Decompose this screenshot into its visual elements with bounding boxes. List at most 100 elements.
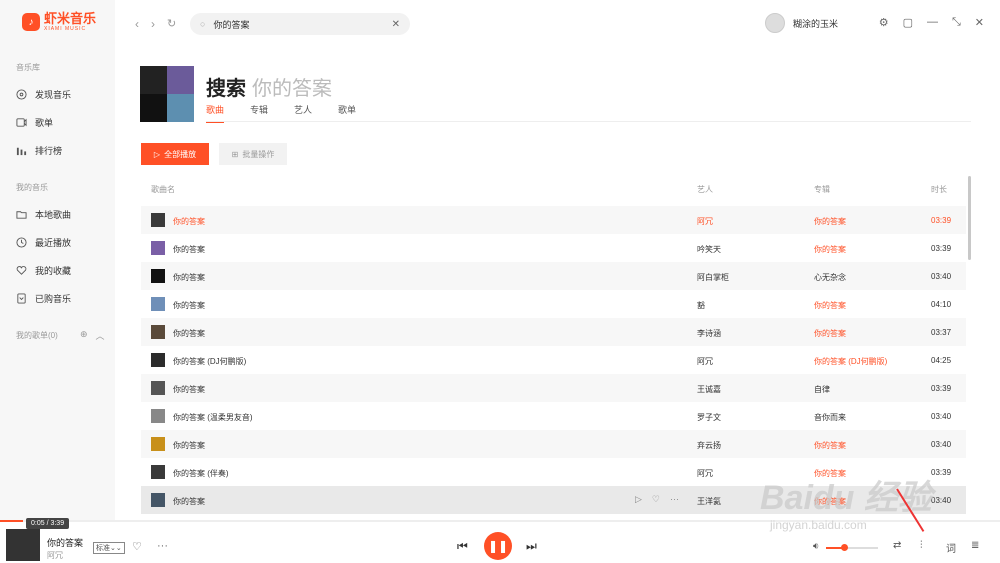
song-artist[interactable]: 阿冗 (697, 216, 713, 227)
tab-albums[interactable]: 专辑 (250, 103, 268, 123)
next-icon[interactable]: ⏭ (526, 539, 537, 554)
song-duration: 04:10 (931, 300, 952, 309)
song-name[interactable]: 你的答案 (伴奏) (173, 468, 229, 479)
song-artist[interactable]: 李诗涵 (697, 328, 721, 339)
equalizer-icon[interactable]: ⫶ (920, 540, 923, 551)
play-row-icon[interactable]: ▷ (635, 494, 642, 505)
table-row[interactable]: 你的答案 阿白掌柜 心无杂念 03:40 (141, 262, 966, 290)
song-artist[interactable]: 王诚嘉 (697, 384, 721, 395)
collapse-icon[interactable]: ︿ (96, 329, 105, 342)
clear-icon[interactable]: ✕ (392, 19, 400, 30)
settings-icon[interactable]: ⚙ (879, 16, 889, 29)
tab-songs[interactable]: 歌曲 (206, 103, 225, 123)
sidebar-item-recent[interactable]: 最近播放 (16, 236, 71, 249)
song-name[interactable]: 你的答案 (173, 328, 205, 339)
folder-icon (16, 211, 27, 219)
song-name[interactable]: 你的答案 (173, 216, 205, 227)
song-artist[interactable]: 吟笑天 (697, 244, 721, 255)
table-row[interactable]: 你的答案 阿冗 你的答案 03:39 (141, 206, 966, 234)
forward-icon[interactable]: › (151, 17, 155, 31)
avatar[interactable] (765, 13, 785, 33)
table-row[interactable]: 你的答案 (DJ何鹏版) 阿冗 你的答案 (DJ何鹏版) 04:25 (141, 346, 966, 374)
more-icon[interactable]: ··· (157, 540, 168, 552)
song-name[interactable]: 你的答案 (DJ何鹏版) (173, 356, 246, 367)
back-icon[interactable]: ‹ (135, 17, 139, 31)
song-name[interactable]: 你的答案 (173, 384, 205, 395)
tab-artists[interactable]: 艺人 (294, 103, 312, 123)
sidebar-item-label: 发现音乐 (35, 90, 72, 100)
tab-playlists[interactable]: 歌单 (338, 103, 356, 123)
user-name[interactable]: 糊涂的玉米 (793, 17, 838, 30)
column-album[interactable]: 专辑 (814, 184, 830, 195)
song-artist[interactable]: 罗子文 (697, 412, 721, 423)
song-name[interactable]: 你的答案 (173, 496, 205, 507)
song-album[interactable]: 你的答案 (814, 300, 846, 311)
fullscreen-icon[interactable]: ⤡ (952, 16, 961, 29)
song-album[interactable]: 音你而来 (814, 412, 846, 423)
search-input[interactable] (213, 19, 392, 29)
lyrics-button[interactable]: 词 (946, 540, 956, 555)
batch-operation-button[interactable]: ⊞ 批量操作 (219, 143, 287, 165)
user-profile[interactable]: 糊涂的玉米 (765, 13, 838, 33)
previous-icon[interactable]: ⏮ (457, 539, 468, 554)
sidebar-item-local[interactable]: 本地歌曲 (16, 208, 71, 221)
play-mode-icon[interactable]: ⇄ (893, 540, 901, 551)
table-row[interactable]: 你的答案 (温柔男友音) 罗子文 音你而来 03:40 (141, 402, 966, 430)
now-playing-cover[interactable] (6, 529, 40, 561)
song-name[interactable]: 你的答案 (173, 272, 205, 283)
song-album[interactable]: 你的答案 (814, 244, 846, 255)
song-artist[interactable]: 阿白掌柜 (697, 272, 729, 283)
song-album[interactable]: 你的答案 (814, 440, 846, 451)
column-artist[interactable]: 艺人 (697, 184, 713, 195)
song-album[interactable]: 你的答案 (814, 328, 846, 339)
song-artist[interactable]: 王洋氦 (697, 496, 721, 507)
song-name[interactable]: 你的答案 (173, 300, 205, 311)
column-duration[interactable]: 时长 (931, 184, 947, 195)
scrollbar[interactable] (968, 176, 971, 260)
table-row[interactable]: 你的答案 李诗涵 你的答案 03:37 (141, 318, 966, 346)
song-artist[interactable]: 阿冗 (697, 356, 713, 367)
heart-icon[interactable]: ♡ (132, 540, 142, 553)
sidebar-item-discover[interactable]: 发现音乐 (16, 88, 71, 101)
song-name[interactable]: 你的答案 (173, 244, 205, 255)
song-duration: 03:39 (931, 468, 952, 477)
song-name[interactable]: 你的答案 (温柔男友音) (173, 412, 253, 423)
song-artist[interactable]: 豁 (697, 300, 705, 311)
song-album[interactable]: 你的答案 (814, 216, 846, 227)
song-artist[interactable]: 弃云扬 (697, 440, 721, 451)
volume-icon[interactable]: 🔉︎ (813, 541, 819, 552)
now-playing-artist[interactable]: 阿冗 (47, 550, 63, 561)
sidebar-item-favorites[interactable]: 我的收藏 (16, 264, 71, 277)
now-playing-title[interactable]: 你的答案 (47, 536, 83, 549)
sidebar-item-purchased[interactable]: 已购音乐 (16, 292, 71, 305)
minimize-icon[interactable]: — (927, 16, 938, 29)
sidebar-item-charts[interactable]: 排行榜 (16, 144, 62, 157)
table-row[interactable]: 你的答案 豁 你的答案 04:10 (141, 290, 966, 318)
sidebar-item-playlists[interactable]: 歌单 (16, 116, 53, 129)
play-all-button[interactable]: ▷ 全部播放 (141, 143, 209, 165)
quality-selector[interactable]: 标准⌄⌄ (93, 542, 125, 554)
watermark: Baidu 经验 (760, 479, 932, 517)
table-row[interactable]: 你的答案 弃云扬 你的答案 03:40 (141, 430, 966, 458)
song-album[interactable]: 你的答案 (DJ何鹏版) (814, 356, 887, 367)
add-playlist-icon[interactable]: ⊕ (80, 329, 88, 342)
table-row[interactable]: 你的答案 王诚嘉 自律 03:39 (141, 374, 966, 402)
queue-icon[interactable]: ≣ (971, 540, 979, 551)
mini-mode-icon[interactable]: ▢ (903, 16, 913, 29)
volume-slider[interactable] (826, 544, 878, 551)
song-album[interactable]: 心无杂念 (814, 272, 846, 283)
batch-label: 批量操作 (242, 149, 275, 159)
refresh-icon[interactable]: ↻ (167, 17, 176, 30)
column-name[interactable]: 歌曲名 (151, 184, 175, 195)
close-icon[interactable]: ✕ (975, 16, 984, 29)
more-row-icon[interactable]: ··· (670, 494, 679, 505)
my-playlists-header[interactable]: 我的歌单(0) (16, 330, 58, 341)
song-artist[interactable]: 阿冗 (697, 468, 713, 479)
app-logo[interactable]: ♪ 虾米音乐 XIAMI MUSIC (22, 12, 96, 32)
song-name[interactable]: 你的答案 (173, 440, 205, 451)
pause-button[interactable]: ❚❚ (484, 532, 512, 560)
song-thumbnail (151, 381, 165, 395)
like-row-icon[interactable]: ♡ (652, 494, 660, 505)
table-row[interactable]: 你的答案 吟笑天 你的答案 03:39 (141, 234, 966, 262)
song-album[interactable]: 自律 (814, 384, 830, 395)
